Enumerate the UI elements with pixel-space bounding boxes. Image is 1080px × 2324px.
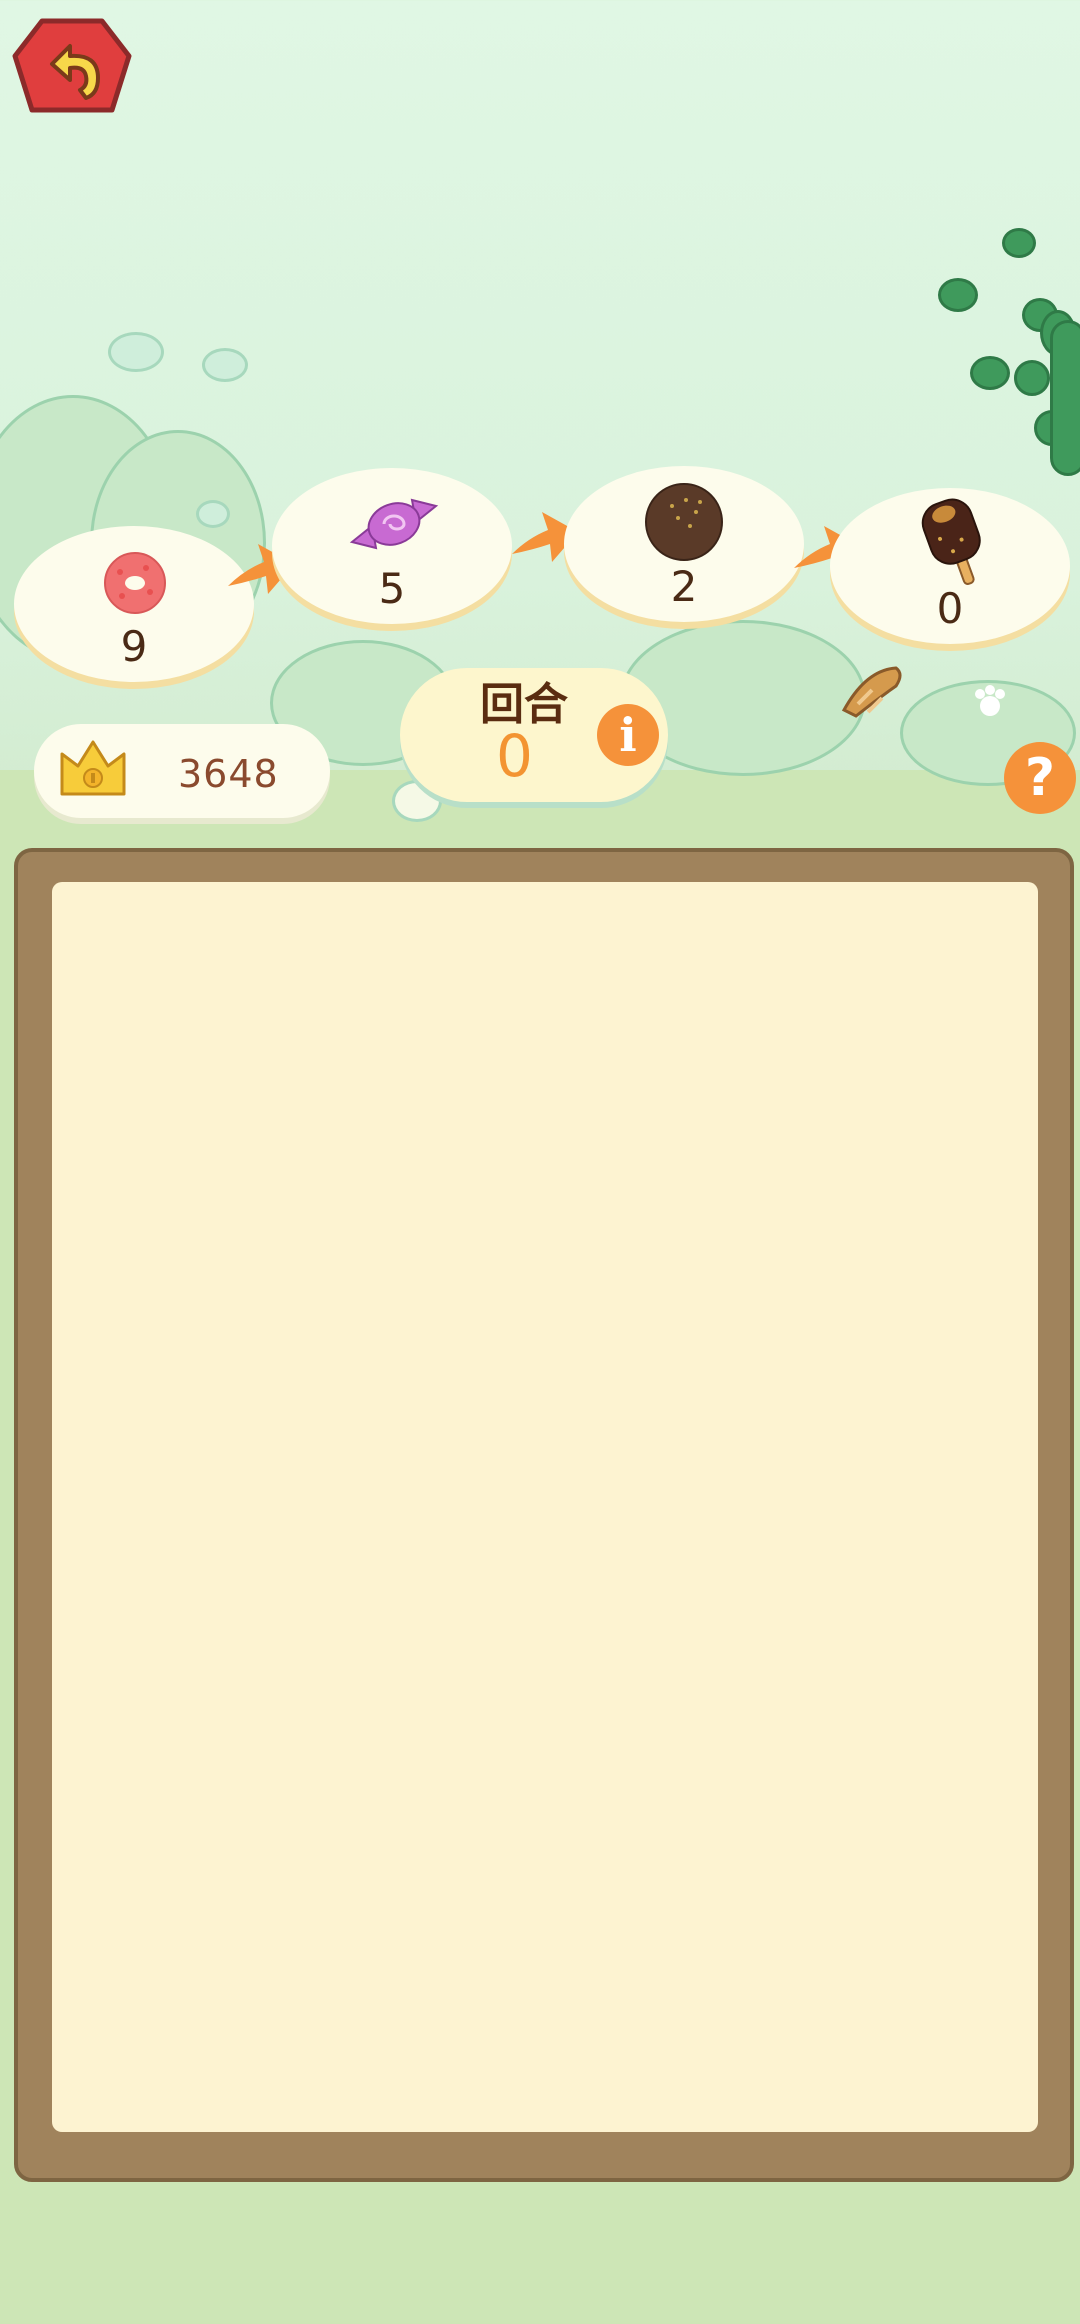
donut-icon	[104, 552, 166, 614]
donut-count: 9	[120, 622, 148, 671]
progression-slot-donut: 9	[14, 526, 254, 682]
back-button[interactable]	[12, 18, 132, 116]
ice-cream-bar-count: 0	[936, 584, 964, 633]
back-arrow-icon	[12, 18, 132, 113]
progression-slot-chocolate-ball: 2	[564, 466, 804, 622]
question-icon: ?	[1024, 748, 1056, 808]
progression-slot-ice-cream-bar: 0	[830, 488, 1070, 644]
info-button[interactable]: i	[597, 704, 659, 766]
chocolate-ball-icon	[645, 483, 723, 561]
progression-slot-candy: 5	[272, 468, 512, 624]
info-icon: i	[619, 708, 637, 762]
chocolate-ball-count: 2	[670, 562, 698, 611]
candy-count: 5	[378, 564, 406, 613]
crown-icon	[60, 740, 126, 796]
score-value: 3648	[178, 752, 279, 796]
ice-cream-bar-icon	[921, 498, 981, 585]
candy-icon	[349, 498, 439, 550]
help-button[interactable]: ?	[1004, 742, 1076, 814]
game-board[interactable]	[52, 882, 1038, 2132]
round-value: 0	[496, 722, 533, 790]
